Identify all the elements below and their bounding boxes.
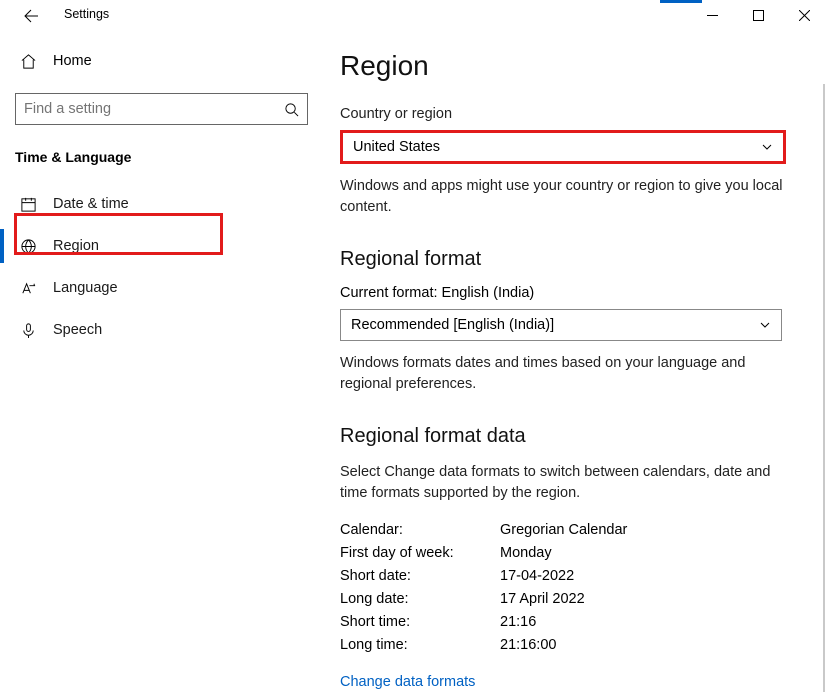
- data-row: Long time:21:16:00: [340, 637, 807, 653]
- data-key: First day of week:: [340, 545, 500, 561]
- sidebar-item-speech[interactable]: Speech: [0, 309, 320, 351]
- data-row: First day of week:Monday: [340, 545, 807, 561]
- data-key: Long time:: [340, 637, 500, 653]
- data-value: 21:16:00: [500, 637, 556, 653]
- globe-icon: [20, 238, 37, 255]
- data-value: 17 April 2022: [500, 591, 585, 607]
- close-icon: [799, 10, 810, 21]
- data-value: 17-04-2022: [500, 568, 574, 584]
- search-input[interactable]: [24, 101, 284, 117]
- microphone-icon: [20, 322, 37, 339]
- country-note: Windows and apps might use your country …: [340, 176, 790, 218]
- regional-format-heading: Regional format: [340, 248, 807, 271]
- data-row: Calendar:Gregorian Calendar: [340, 522, 807, 538]
- data-row: Long date:17 April 2022: [340, 591, 807, 607]
- data-row: Short date:17-04-2022: [340, 568, 807, 584]
- back-arrow-icon: [23, 8, 39, 24]
- minimize-button[interactable]: [689, 0, 735, 30]
- maximize-button[interactable]: [735, 0, 781, 30]
- calendar-clock-icon: [20, 196, 37, 213]
- language-icon: [20, 280, 37, 297]
- home-icon: [20, 53, 37, 70]
- data-key: Short time:: [340, 614, 500, 630]
- sidebar-item-label: Region: [53, 238, 99, 254]
- scrollbar[interactable]: [823, 84, 825, 692]
- sidebar-item-label: Language: [53, 280, 118, 296]
- sidebar: Home Time & Language Date & time Region: [0, 32, 320, 700]
- regional-format-data-heading: Regional format data: [340, 425, 807, 448]
- country-label: Country or region: [340, 106, 807, 122]
- change-data-formats-link[interactable]: Change data formats: [340, 674, 475, 690]
- sidebar-item-home[interactable]: Home: [0, 43, 320, 79]
- close-button[interactable]: [781, 0, 827, 30]
- country-select-value: United States: [353, 139, 440, 155]
- data-key: Short date:: [340, 568, 500, 584]
- data-note: Select Change data formats to switch bet…: [340, 462, 790, 504]
- format-select[interactable]: Recommended [English (India)]: [340, 309, 782, 341]
- home-label: Home: [53, 53, 92, 69]
- search-icon: [284, 102, 299, 117]
- window-controls: [689, 0, 827, 30]
- data-key: Long date:: [340, 591, 500, 607]
- format-note: Windows formats dates and times based on…: [340, 353, 790, 395]
- data-value: Monday: [500, 545, 552, 561]
- minimize-icon: [707, 10, 718, 21]
- page-title: Region: [340, 50, 807, 82]
- search-box[interactable]: [15, 93, 308, 125]
- maximize-icon: [753, 10, 764, 21]
- data-value: 21:16: [500, 614, 536, 630]
- sidebar-item-label: Speech: [53, 322, 102, 338]
- sidebar-item-language[interactable]: Language: [0, 267, 320, 309]
- data-row: Short time:21:16: [340, 614, 807, 630]
- data-key: Calendar:: [340, 522, 500, 538]
- data-value: Gregorian Calendar: [500, 522, 627, 538]
- sidebar-item-date-time[interactable]: Date & time: [0, 183, 320, 225]
- chevron-down-icon: [759, 319, 771, 331]
- chevron-down-icon: [761, 141, 773, 153]
- window-title: Settings: [64, 7, 109, 21]
- sidebar-group-title: Time & Language: [0, 125, 320, 183]
- format-select-value: Recommended [English (India)]: [351, 317, 554, 333]
- main-panel: Region Country or region United States W…: [320, 32, 827, 700]
- title-bar: Settings: [0, 0, 827, 32]
- sidebar-item-label: Date & time: [53, 196, 129, 212]
- country-select[interactable]: United States: [340, 130, 786, 164]
- current-format-label: Current format: English (India): [340, 285, 807, 301]
- back-button[interactable]: [23, 8, 39, 24]
- sidebar-item-region[interactable]: Region: [0, 225, 320, 267]
